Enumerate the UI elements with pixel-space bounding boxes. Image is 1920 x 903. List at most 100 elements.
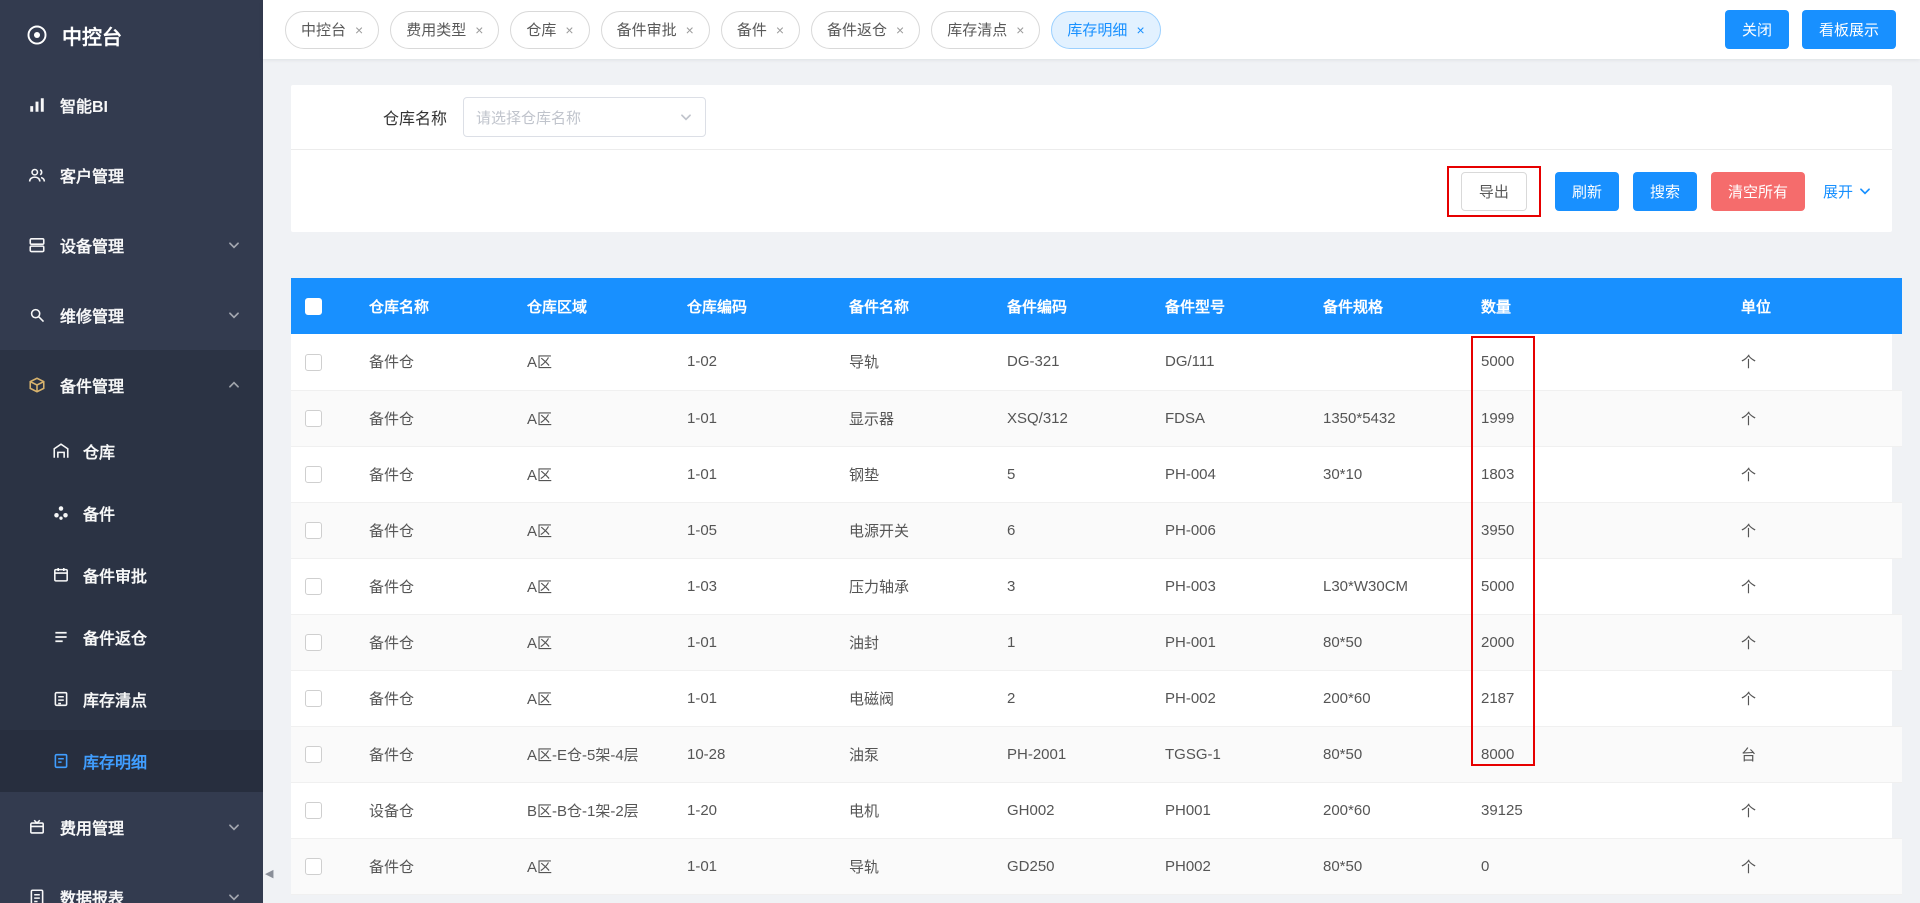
tab-label: 库存明细 bbox=[1067, 22, 1128, 39]
table-cell: A区 bbox=[513, 558, 673, 615]
tab-parts[interactable]: 备件 × bbox=[720, 10, 801, 49]
sidebar-item-cost-mgmt[interactable]: 费用管理 bbox=[0, 792, 263, 862]
sidebar-item-maintenance-mgmt[interactable]: 维修管理 bbox=[0, 280, 263, 350]
sidebar-subitem-label: 仓库 bbox=[83, 445, 116, 462]
sidebar-item-label: 智能BI bbox=[60, 99, 109, 116]
tab-close-icon[interactable]: × bbox=[1136, 23, 1144, 37]
table-cell: PH-004 bbox=[1151, 446, 1309, 503]
table-row: 备件仓 A区-E仓-5架-4层 10-28 油泵 PH-2001 TGSG-1 80*50 8… bbox=[291, 726, 1902, 783]
refresh-button[interactable]: 刷新 bbox=[1554, 171, 1619, 211]
table-cell: 油泵 bbox=[835, 726, 993, 783]
sidebar-item-data-report[interactable]: 数据报表 bbox=[0, 862, 263, 903]
table-row: 备件仓 A区 1-01 导轨 GD250 PH002 80*50 0 个 bbox=[291, 838, 1902, 895]
toolbar: 导出 刷新 搜索 清空所有 展开 bbox=[291, 150, 1892, 232]
table-cell: L30*W30CM bbox=[1309, 558, 1467, 615]
filter-card: 仓库名称 请选择仓库名称 导出 刷新 搜索 清空所有 展开 bbox=[291, 85, 1892, 232]
tab-warehouse[interactable]: 仓库 × bbox=[510, 10, 590, 49]
expand-toggle[interactable]: 展开 bbox=[1823, 181, 1872, 202]
table-cell bbox=[1309, 334, 1467, 391]
table-cell: 200*60 bbox=[1309, 782, 1467, 839]
row-checkbox[interactable] bbox=[305, 409, 322, 427]
table-cell: A区 bbox=[513, 502, 673, 559]
warehouse-name-select[interactable]: 请选择仓库名称 bbox=[463, 97, 707, 137]
row-checkbox[interactable] bbox=[305, 689, 322, 707]
row-checkbox[interactable] bbox=[305, 857, 322, 875]
table-cell: 8000 bbox=[1467, 726, 1727, 783]
row-checkbox[interactable] bbox=[305, 353, 322, 371]
tab-cost-type[interactable]: 费用类型 × bbox=[390, 10, 500, 49]
table-cell: 导轨 bbox=[835, 334, 993, 391]
row-checkbox[interactable] bbox=[305, 801, 322, 819]
row-checkbox[interactable] bbox=[305, 465, 322, 483]
count-icon bbox=[52, 690, 70, 708]
sidebar-subitem-parts[interactable]: 备件 bbox=[0, 482, 263, 544]
customers-icon bbox=[28, 166, 46, 184]
sidebar-item-label: 数据报表 bbox=[60, 891, 125, 903]
tab-close-icon[interactable]: × bbox=[475, 23, 483, 37]
tab-close-icon[interactable]: × bbox=[686, 23, 694, 37]
table-cell: 2000 bbox=[1467, 614, 1727, 671]
sidebar-item-device-mgmt[interactable]: 设备管理 bbox=[0, 210, 263, 280]
sidebar-item-customer-mgmt[interactable]: 客户管理 bbox=[0, 140, 263, 210]
clear-all-button[interactable]: 清空所有 bbox=[1710, 171, 1805, 211]
tab-console[interactable]: 中控台 × bbox=[285, 10, 380, 49]
table-cell: 1-02 bbox=[673, 334, 835, 391]
tab-inventory-detail[interactable]: 库存明细 × bbox=[1051, 10, 1161, 49]
topbar-actions: 关闭 看板展示 bbox=[1724, 10, 1896, 49]
sidebar-logo-label: 中控台 bbox=[62, 26, 122, 49]
inventory-table-card: 仓库名称 仓库区域 仓库编码 备件名称 备件编码 备件型号 备件规格 数量 单位 备件仓 A区 1-… bbox=[291, 278, 1902, 895]
table-cell: 1-01 bbox=[673, 614, 835, 671]
table-cell: 备件仓 bbox=[355, 838, 513, 895]
row-checkbox[interactable] bbox=[305, 745, 322, 763]
sidebar-logo[interactable]: 中控台 bbox=[0, 0, 263, 70]
tab-inventory-check[interactable]: 库存清点 × bbox=[931, 10, 1041, 49]
table-cell bbox=[1309, 502, 1467, 559]
sidebar-subitem-parts-return[interactable]: 备件返仓 bbox=[0, 606, 263, 668]
topbar: 中控台 × 费用类型 × 仓库 × 备件审批 × 备件 × 备件返仓 × 库存清点 × 库存明细 × 关闭 看… bbox=[263, 0, 1920, 59]
table-cell: PH-006 bbox=[1151, 502, 1309, 559]
tab-label: 费用类型 bbox=[406, 22, 467, 39]
parts-icon bbox=[28, 376, 46, 394]
sidebar-item-smart-bi[interactable]: 智能BI bbox=[0, 70, 263, 140]
sidebar-subitem-inventory-detail[interactable]: 库存明细 bbox=[0, 730, 263, 792]
row-checkbox[interactable] bbox=[305, 521, 322, 539]
table-cell: DG/111 bbox=[1151, 334, 1309, 391]
tab-close-icon[interactable]: × bbox=[565, 23, 573, 37]
tab-parts-return[interactable]: 备件返仓 × bbox=[811, 10, 921, 49]
sidebar-submenu: 仓库备件备件审批备件返仓 库存清点 库存明细 bbox=[0, 420, 263, 792]
table-cell: PH-002 bbox=[1151, 670, 1309, 727]
tab-parts-approval[interactable]: 备件审批 × bbox=[600, 10, 710, 49]
tab-close-icon[interactable]: × bbox=[776, 23, 784, 37]
table-cell: 个 bbox=[1727, 614, 1902, 671]
close-button[interactable]: 关闭 bbox=[1724, 10, 1789, 49]
board-display-button[interactable]: 看板展示 bbox=[1801, 10, 1896, 49]
table-cell: 1-05 bbox=[673, 502, 835, 559]
scroll-left-arrow[interactable]: ◀ bbox=[265, 867, 273, 880]
table-row: 备件仓 A区 1-01 钢垫 5 PH-004 30*10 1803 个 bbox=[291, 446, 1902, 503]
table-cell: GH002 bbox=[993, 782, 1151, 839]
search-button[interactable]: 搜索 bbox=[1632, 171, 1697, 211]
table-cell: 压力轴承 bbox=[835, 558, 993, 615]
table-cell: 个 bbox=[1727, 390, 1902, 447]
sidebar-subitem-label: 备件审批 bbox=[83, 569, 148, 586]
sidebar-subitem-parts-approval[interactable]: 备件审批 bbox=[0, 544, 263, 606]
chevron-down-icon bbox=[227, 308, 241, 322]
tab-close-icon[interactable]: × bbox=[1016, 23, 1024, 37]
row-checkbox[interactable] bbox=[305, 633, 322, 651]
sidebar-subitem-inventory-check[interactable]: 库存清点 bbox=[0, 668, 263, 730]
table-cell: 电源开关 bbox=[835, 502, 993, 559]
select-all-checkbox[interactable] bbox=[305, 297, 322, 315]
row-checkbox[interactable] bbox=[305, 577, 322, 595]
table-cell: 1-01 bbox=[673, 446, 835, 503]
tab-close-icon[interactable]: × bbox=[896, 23, 904, 37]
sidebar-subitem-warehouse[interactable]: 仓库 bbox=[0, 420, 263, 482]
tab-close-icon[interactable]: × bbox=[355, 23, 363, 37]
export-button[interactable]: 导出 bbox=[1460, 171, 1527, 211]
sidebar-subitem-label: 备件 bbox=[83, 507, 116, 524]
table-cell: 1-03 bbox=[673, 558, 835, 615]
return-icon bbox=[52, 628, 70, 646]
sidebar-item-parts-mgmt[interactable]: 备件管理 bbox=[0, 350, 263, 420]
table-cell: 导轨 bbox=[835, 838, 993, 895]
table-row: 备件仓 A区 1-03 压力轴承 3 PH-003 L30*W30CM 5000 个 bbox=[291, 558, 1902, 615]
table-cell: 30*10 bbox=[1309, 446, 1467, 503]
